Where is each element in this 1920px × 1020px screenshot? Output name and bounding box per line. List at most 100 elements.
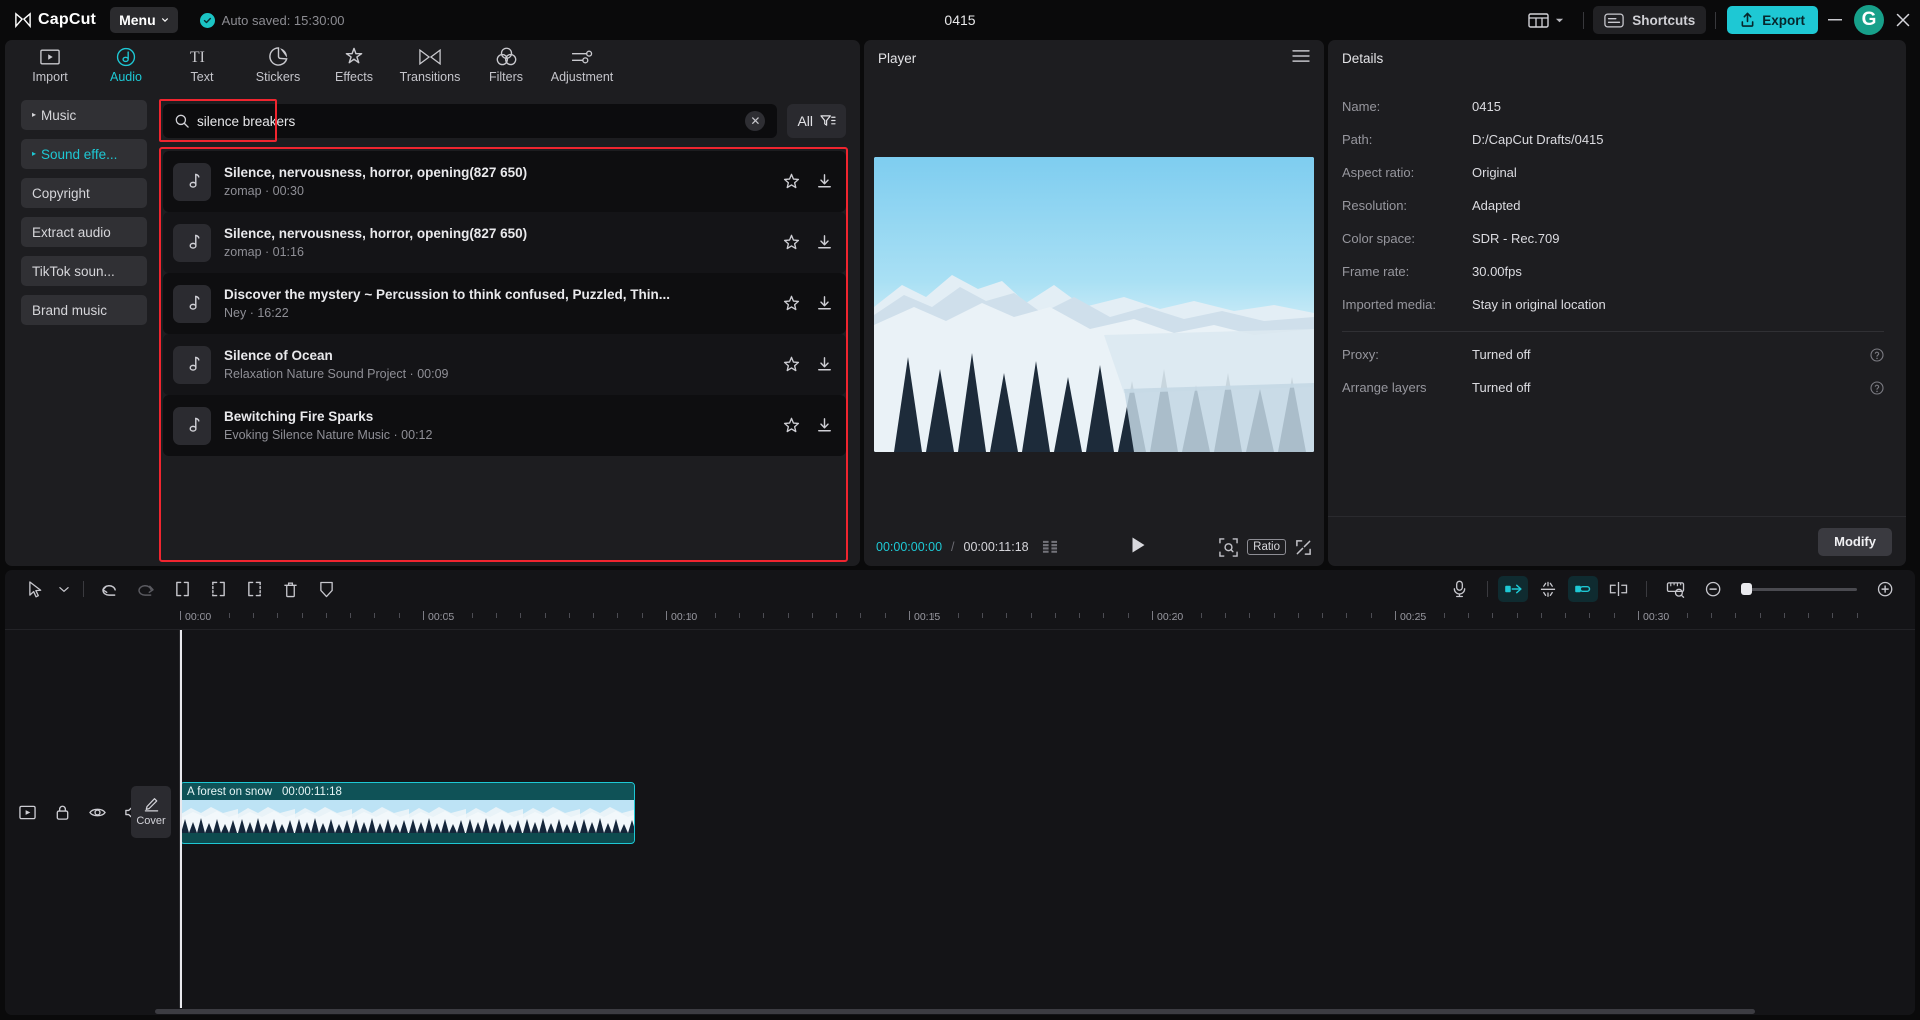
freeze-frame-button[interactable] bbox=[308, 574, 344, 604]
timecode-list-icon[interactable] bbox=[1042, 540, 1058, 555]
tab-transitions[interactable]: Transitions bbox=[393, 41, 467, 89]
download-icon[interactable] bbox=[815, 355, 834, 374]
ruler-minor-tick bbox=[1006, 613, 1008, 618]
redo-button[interactable] bbox=[128, 574, 164, 604]
video-clip[interactable]: A forest on snow 00:00:11:18 bbox=[180, 782, 635, 844]
download-icon[interactable] bbox=[815, 416, 834, 435]
category-music[interactable]: ▸ Music bbox=[21, 100, 147, 130]
list-item[interactable]: Silence of Ocean Relaxation Nature Sound… bbox=[163, 334, 846, 395]
category-copyright[interactable]: Copyright bbox=[21, 178, 147, 208]
playhead[interactable] bbox=[180, 630, 182, 1008]
app-logo: CapCut bbox=[14, 11, 96, 29]
divider bbox=[1646, 581, 1647, 597]
tab-adjustment[interactable]: Adjustment bbox=[545, 41, 619, 89]
select-tool-button[interactable] bbox=[17, 574, 53, 604]
list-item[interactable]: Bewitching Fire Sparks Evoking Silence N… bbox=[163, 395, 846, 456]
play-button[interactable] bbox=[1129, 536, 1147, 559]
close-button[interactable] bbox=[1886, 0, 1920, 40]
tab-text[interactable]: TI Text bbox=[165, 41, 239, 89]
cover-button[interactable]: Cover bbox=[131, 786, 171, 838]
timeline-zoom-slider[interactable] bbox=[1741, 583, 1857, 595]
zoom-slider-handle[interactable] bbox=[1741, 583, 1752, 595]
export-button[interactable]: Export bbox=[1727, 6, 1818, 34]
scrollbar-thumb[interactable] bbox=[155, 1009, 1755, 1014]
import-icon bbox=[40, 47, 60, 67]
shortcuts-button[interactable]: Shortcuts bbox=[1593, 6, 1707, 34]
list-item[interactable]: Discover the mystery ~ Percussion to thi… bbox=[163, 273, 846, 334]
detail-value: SDR - Rec.709 bbox=[1472, 231, 1560, 246]
delete-left-button[interactable] bbox=[200, 574, 236, 604]
record-voiceover-button[interactable] bbox=[1441, 574, 1477, 604]
timeline-ruler[interactable]: 00:00 00:05 00:10 00:15 00:20 00:25 00:30 bbox=[5, 608, 1915, 630]
minimize-button[interactable] bbox=[1818, 0, 1852, 40]
menu-button[interactable]: Menu bbox=[110, 7, 178, 33]
ratio-button[interactable]: Ratio bbox=[1247, 539, 1286, 555]
dot-separator: · bbox=[265, 245, 273, 259]
tab-filters[interactable]: Filters bbox=[469, 41, 543, 89]
measure-button[interactable] bbox=[1657, 574, 1693, 604]
category-brand-music[interactable]: Brand music bbox=[21, 295, 147, 325]
category-tiktok-sounds[interactable]: TikTok soun... bbox=[21, 256, 147, 286]
timeline-toolbar bbox=[5, 570, 1915, 608]
filter-button[interactable]: All bbox=[787, 104, 846, 138]
favorite-star-icon[interactable] bbox=[782, 172, 801, 191]
fullscreen-icon[interactable] bbox=[1295, 539, 1312, 556]
tab-stickers[interactable]: Stickers bbox=[241, 41, 315, 89]
select-tool-dropdown[interactable] bbox=[53, 574, 75, 604]
favorite-star-icon[interactable] bbox=[782, 233, 801, 252]
category-extract-audio[interactable]: Extract audio bbox=[21, 217, 147, 247]
ruler-minor-tick bbox=[1419, 613, 1421, 618]
zoom-to-fit-icon[interactable] bbox=[1219, 537, 1238, 557]
modify-button[interactable]: Modify bbox=[1818, 527, 1892, 556]
filters-icon bbox=[496, 47, 517, 67]
adsorption-toggle[interactable] bbox=[1530, 574, 1566, 604]
split-button[interactable] bbox=[164, 574, 200, 604]
category-label: Extract audio bbox=[32, 224, 111, 240]
video-preview[interactable] bbox=[874, 156, 1314, 452]
undo-button[interactable] bbox=[92, 574, 128, 604]
layout-switch-button[interactable] bbox=[1518, 12, 1574, 29]
track-lock-icon[interactable] bbox=[54, 804, 71, 821]
audio-subtitle: zomap · 01:16 bbox=[224, 245, 769, 259]
download-icon[interactable] bbox=[815, 172, 834, 191]
help-icon[interactable] bbox=[1870, 380, 1884, 395]
favorite-star-icon[interactable] bbox=[782, 355, 801, 374]
category-label: Sound effe... bbox=[41, 146, 118, 162]
timeline-horizontal-scrollbar[interactable] bbox=[5, 1008, 1915, 1015]
download-icon[interactable] bbox=[815, 294, 834, 313]
detail-value: Turned off bbox=[1472, 347, 1531, 362]
ruler-minor-tick bbox=[1346, 613, 1348, 618]
track-visibility-icon[interactable] bbox=[89, 804, 106, 821]
zoom-out-button[interactable] bbox=[1695, 574, 1731, 604]
player-menu-icon[interactable] bbox=[1292, 49, 1310, 68]
delete-right-button[interactable] bbox=[236, 574, 272, 604]
tab-import[interactable]: Import bbox=[13, 41, 87, 89]
mirror-split-button[interactable] bbox=[1600, 574, 1636, 604]
search-input[interactable]: silence breakers ✕ bbox=[159, 99, 778, 142]
capcut-logo-icon bbox=[15, 12, 31, 28]
menu-label: Menu bbox=[119, 12, 156, 28]
zoom-in-button[interactable] bbox=[1867, 574, 1903, 604]
track-thumbnail-toggle-icon[interactable] bbox=[19, 804, 36, 821]
audio-title: Silence of Ocean bbox=[224, 348, 333, 363]
clip-thumbnail-frame bbox=[466, 800, 523, 833]
tab-audio[interactable]: Audio bbox=[89, 41, 163, 89]
help-icon[interactable] bbox=[1870, 347, 1884, 362]
category-sound-effects[interactable]: ▸ Sound effe... bbox=[21, 139, 147, 169]
list-item[interactable]: Silence, nervousness, horror, opening(82… bbox=[163, 151, 846, 212]
ruler-label: 00:30 bbox=[1643, 611, 1670, 623]
download-icon[interactable] bbox=[815, 233, 834, 252]
auto-snap-toggle[interactable] bbox=[1498, 576, 1528, 602]
ruler-minor-tick bbox=[787, 613, 789, 618]
ruler-minor-tick bbox=[884, 613, 886, 618]
audio-title: Discover the mystery ~ Percussion to thi… bbox=[224, 287, 670, 302]
user-avatar[interactable]: G bbox=[1854, 5, 1884, 35]
audio-title: Silence, nervousness, horror, opening(82… bbox=[224, 226, 528, 241]
favorite-star-icon[interactable] bbox=[782, 294, 801, 313]
favorite-star-icon[interactable] bbox=[782, 416, 801, 435]
tab-effects[interactable]: Effects bbox=[317, 41, 391, 89]
clear-search-button[interactable]: ✕ bbox=[745, 111, 766, 131]
delete-button[interactable] bbox=[272, 574, 308, 604]
link-toggle[interactable] bbox=[1568, 576, 1598, 602]
list-item[interactable]: Silence, nervousness, horror, opening(82… bbox=[163, 212, 846, 273]
